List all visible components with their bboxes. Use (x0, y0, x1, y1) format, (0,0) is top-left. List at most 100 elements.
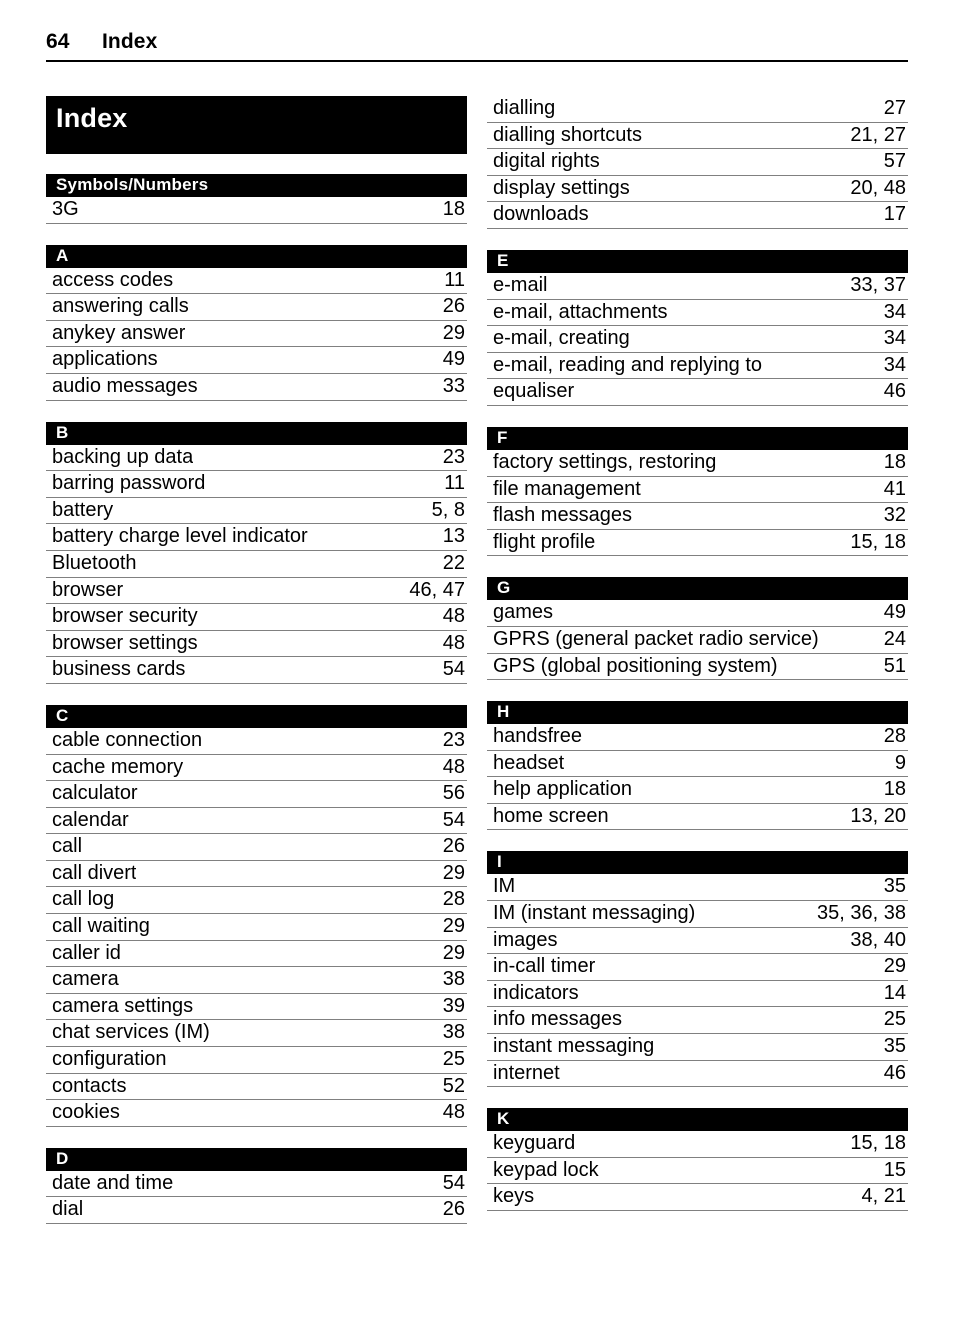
index-entry-page-numbers[interactable]: 46, 47 (397, 578, 465, 603)
index-entry-page-numbers[interactable]: 29 (872, 954, 906, 979)
index-entry-page-numbers[interactable]: 18 (872, 777, 906, 802)
index-entry-row[interactable]: cable connection 23 (46, 728, 467, 755)
index-entry-row[interactable]: anykey answer 29 (46, 321, 467, 348)
index-entry-page-numbers[interactable]: 13, 20 (838, 804, 906, 829)
index-entry-row[interactable]: battery 5, 8 (46, 498, 467, 525)
index-entry-row[interactable]: images 38, 40 (487, 928, 908, 955)
index-entry-row[interactable]: call waiting 29 (46, 914, 467, 941)
index-entry-page-numbers[interactable]: 5, 8 (420, 498, 465, 523)
index-entry-page-numbers[interactable]: 20, 48 (838, 176, 906, 201)
index-entry-page-numbers[interactable]: 17 (872, 202, 906, 227)
index-entry-row[interactable]: backing up data 23 (46, 445, 467, 472)
index-entry-row[interactable]: audio messages 33 (46, 374, 467, 401)
index-entry-page-numbers[interactable]: 26 (431, 834, 465, 859)
index-entry-row[interactable]: battery charge level indicator 13 (46, 524, 467, 551)
index-entry-row[interactable]: file management 41 (487, 477, 908, 504)
index-entry-page-numbers[interactable]: 48 (431, 1100, 465, 1125)
index-entry-row[interactable]: IM 35 (487, 874, 908, 902)
index-entry-row[interactable]: chat services (IM) 38 (46, 1020, 467, 1048)
index-entry-page-numbers[interactable]: 35 (872, 1034, 906, 1059)
index-entry-row[interactable]: applications 49 (46, 347, 467, 374)
index-entry-page-numbers[interactable]: 48 (431, 604, 465, 629)
index-entry-row[interactable]: cookies 48 (46, 1100, 467, 1127)
index-entry-row[interactable]: camera 38 (46, 967, 467, 994)
index-entry-row[interactable]: digital rights 57 (487, 149, 908, 176)
index-entry-row[interactable]: keyguard 15, 18 (487, 1131, 908, 1158)
index-entry-page-numbers[interactable]: 49 (431, 347, 465, 372)
index-entry-row[interactable]: date and time 54 (46, 1171, 467, 1198)
index-entry-page-numbers[interactable]: 11 (432, 268, 465, 293)
index-entry-page-numbers[interactable]: 54 (431, 808, 465, 833)
index-entry-row[interactable]: barring password 11 (46, 471, 467, 498)
index-entry-row[interactable]: dialling shortcuts 21, 27 (487, 123, 908, 150)
index-entry-row[interactable]: help application 18 (487, 777, 908, 804)
index-entry-row[interactable]: e-mail, reading and replying to 34 (487, 353, 908, 380)
index-entry-row[interactable]: dial 26 (46, 1197, 467, 1224)
index-entry-row[interactable]: contacts 52 (46, 1074, 467, 1101)
index-entry-row[interactable]: caller id 29 (46, 941, 467, 968)
index-entry-page-numbers[interactable]: 14 (872, 981, 906, 1006)
index-entry-page-numbers[interactable]: 15, 18 (838, 530, 906, 555)
index-entry-row[interactable]: e-mail, creating 34 (487, 326, 908, 353)
index-entry-row[interactable]: IM (instant messaging) 35, 36, 38 (487, 901, 908, 928)
index-entry-row[interactable]: cache memory 48 (46, 755, 467, 782)
index-entry-page-numbers[interactable]: 32 (872, 503, 906, 528)
index-entry-page-numbers[interactable]: 23 (431, 445, 465, 470)
index-entry-page-numbers[interactable]: 15, 18 (838, 1131, 906, 1156)
index-entry-page-numbers[interactable]: 29 (431, 941, 465, 966)
index-entry-row[interactable]: calendar 54 (46, 808, 467, 835)
index-entry-page-numbers[interactable]: 33, 37 (838, 273, 906, 298)
index-entry-page-numbers[interactable]: 9 (883, 751, 906, 776)
index-entry-page-numbers[interactable]: 18 (872, 450, 906, 475)
index-entry-page-numbers[interactable]: 38 (431, 1020, 465, 1045)
index-entry-row[interactable]: instant messaging 35 (487, 1034, 908, 1061)
index-entry-row[interactable]: Bluetooth 22 (46, 551, 467, 578)
index-entry-page-numbers[interactable]: 51 (872, 654, 906, 679)
index-entry-page-numbers[interactable]: 29 (431, 861, 465, 886)
index-entry-page-numbers[interactable]: 46 (872, 1061, 906, 1086)
index-entry-row[interactable]: flight profile 15, 18 (487, 530, 908, 557)
index-entry-page-numbers[interactable]: 11 (432, 471, 465, 496)
index-entry-row[interactable]: keypad lock 15 (487, 1158, 908, 1185)
index-entry-page-numbers[interactable]: 29 (431, 321, 465, 346)
index-entry-row[interactable]: downloads 17 (487, 202, 908, 229)
index-entry-page-numbers[interactable]: 34 (872, 300, 906, 325)
index-entry-page-numbers[interactable]: 22 (431, 551, 465, 576)
index-entry-row[interactable]: games 49 (487, 600, 908, 627)
index-entry-row[interactable]: handsfree 28 (487, 724, 908, 751)
index-entry-page-numbers[interactable]: 48 (431, 631, 465, 656)
index-entry-page-numbers[interactable]: 54 (431, 1171, 465, 1196)
index-entry-page-numbers[interactable]: 54 (431, 657, 465, 682)
index-entry-row[interactable]: browser security 48 (46, 604, 467, 631)
index-entry-row[interactable]: display settings 20, 48 (487, 176, 908, 203)
index-entry-page-numbers[interactable]: 15 (872, 1158, 906, 1183)
index-entry-row[interactable]: answering calls 26 (46, 294, 467, 321)
index-entry-page-numbers[interactable]: 41 (872, 477, 906, 502)
index-entry-page-numbers[interactable]: 21, 27 (838, 123, 906, 148)
index-entry-page-numbers[interactable]: 26 (431, 1197, 465, 1222)
index-entry-page-numbers[interactable]: 26 (431, 294, 465, 319)
index-entry-page-numbers[interactable]: 38 (431, 967, 465, 992)
index-entry-row[interactable]: business cards 54 (46, 657, 467, 684)
index-entry-page-numbers[interactable]: 25 (872, 1007, 906, 1032)
index-entry-page-numbers[interactable]: 35 (872, 874, 906, 899)
index-entry-page-numbers[interactable]: 39 (431, 994, 465, 1019)
index-entry-row[interactable]: indicators 14 (487, 981, 908, 1008)
index-entry-page-numbers[interactable]: 25 (431, 1047, 465, 1072)
index-entry-row[interactable]: call log 28 (46, 887, 467, 915)
index-entry-page-numbers[interactable]: 28 (872, 724, 906, 749)
index-entry-page-numbers[interactable]: 56 (431, 781, 465, 806)
index-entry-row[interactable]: flash messages 32 (487, 503, 908, 530)
index-entry-page-numbers[interactable]: 46 (872, 379, 906, 404)
index-entry-page-numbers[interactable]: 34 (872, 326, 906, 351)
index-entry-row[interactable]: GPS (global positioning system) 51 (487, 654, 908, 681)
index-entry-row[interactable]: 3G 18 (46, 197, 467, 224)
index-entry-page-numbers[interactable]: 48 (431, 755, 465, 780)
index-entry-row[interactable]: info messages 25 (487, 1007, 908, 1035)
index-entry-row[interactable]: browser settings 48 (46, 631, 467, 658)
index-entry-row[interactable]: configuration 25 (46, 1047, 467, 1074)
index-entry-row[interactable]: access codes 11 (46, 268, 467, 295)
index-entry-page-numbers[interactable]: 18 (431, 197, 465, 222)
index-entry-page-numbers[interactable]: 57 (872, 149, 906, 174)
index-entry-row[interactable]: headset 9 (487, 751, 908, 778)
